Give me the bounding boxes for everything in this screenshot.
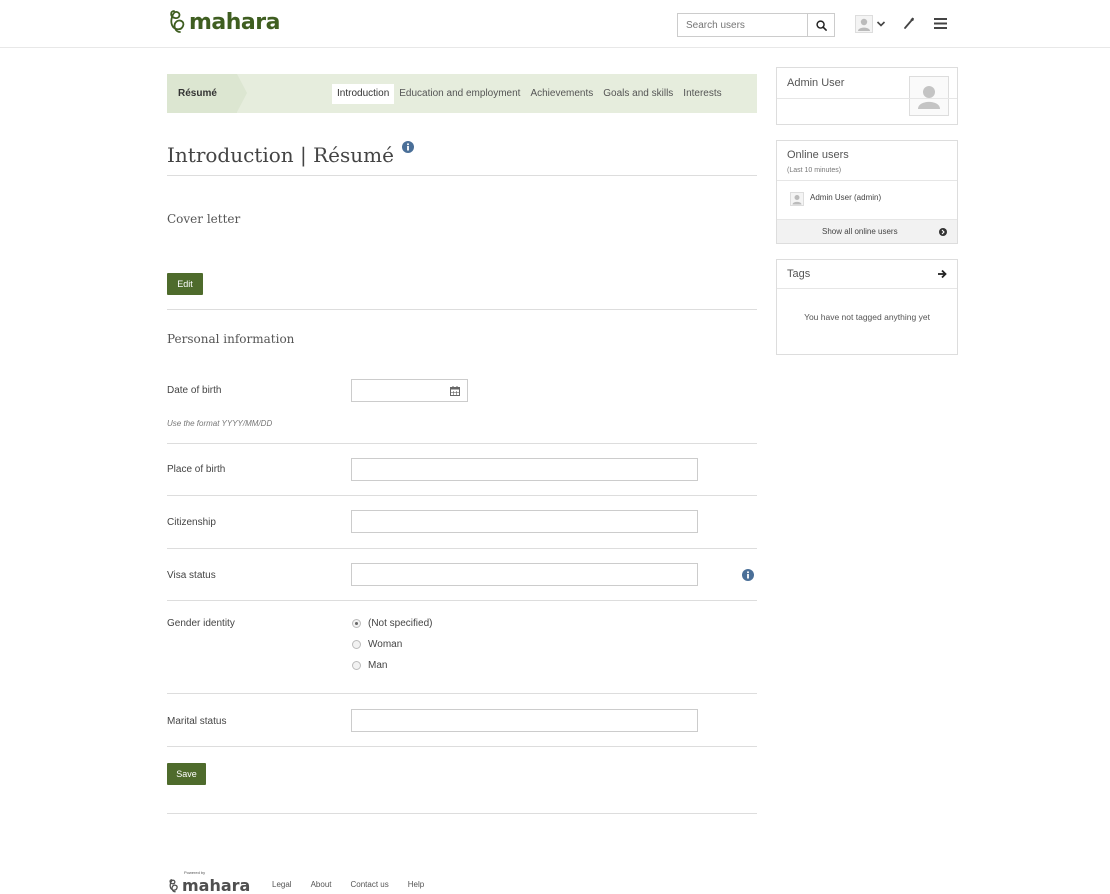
place-of-birth-input[interactable] (351, 458, 698, 481)
gender-option-man[interactable]: Man (352, 660, 387, 671)
divider (167, 693, 757, 694)
divider (167, 746, 757, 747)
resume-nav-label: Résumé (167, 74, 237, 113)
divider (167, 309, 757, 310)
footer-link-help[interactable]: Help (408, 880, 424, 889)
resume-nav-arrow (237, 74, 247, 112)
mahara-logo[interactable]: mahara (167, 8, 280, 36)
cover-letter-heading: Cover letter (167, 212, 241, 226)
avatar[interactable] (909, 76, 949, 116)
personal-information-heading: Personal information (167, 332, 295, 346)
citizenship-label: Citizenship (167, 517, 216, 528)
radio-button[interactable] (352, 661, 361, 670)
tab-introduction[interactable]: Introduction (332, 84, 395, 104)
edit-cover-letter-button[interactable]: Edit (167, 273, 203, 295)
date-format-hint: Use the format YYYY/MM/DD (167, 419, 273, 428)
footer-link-legal[interactable]: Legal (272, 880, 292, 889)
divider (167, 600, 757, 601)
profile-name[interactable]: Admin User (787, 77, 844, 89)
mahara-logo-mark-icon (169, 878, 178, 892)
visa-status-label: Visa status (167, 570, 216, 581)
footer-link-about[interactable]: About (311, 880, 332, 889)
divider (777, 180, 957, 181)
search-button[interactable] (807, 13, 835, 37)
online-users-panel: Online users (Last 10 minutes) Admin Use… (776, 140, 958, 244)
tab-interests[interactable]: Interests (678, 84, 726, 104)
radio-button[interactable] (352, 640, 361, 649)
date-of-birth-label: Date of birth (167, 385, 222, 396)
info-icon[interactable] (742, 569, 754, 581)
page-title-row: Introduction | Résumé (167, 141, 414, 167)
online-user-name: Admin User (admin) (810, 193, 882, 202)
search-input[interactable] (678, 14, 807, 36)
search-icon (815, 19, 827, 31)
gender-option-label: Woman (368, 639, 403, 650)
tags-empty-message: You have not tagged anything yet (804, 312, 930, 322)
footer-logo[interactable]: Powered by mahara (167, 870, 251, 894)
arrow-right-icon[interactable] (937, 269, 947, 279)
footer-link-contact-us[interactable]: Contact us (350, 880, 388, 889)
user-icon (790, 192, 804, 206)
calendar-icon[interactable] (450, 386, 460, 396)
page-title: Introduction | Résumé (167, 143, 394, 167)
tab-achievements[interactable]: Achievements (525, 84, 598, 104)
info-icon[interactable] (401, 141, 414, 153)
tags-panel: Tags You have not tagged anything yet (776, 259, 958, 355)
wrench-icon[interactable] (903, 16, 915, 30)
arrow-circle-right-icon (939, 228, 947, 236)
online-user-item[interactable]: Admin User (admin) (790, 192, 881, 206)
divider (167, 443, 757, 444)
citizenship-input[interactable] (351, 510, 698, 533)
visa-status-input[interactable] (351, 563, 698, 586)
divider (167, 548, 757, 549)
online-users-subtitle: (Last 10 minutes) (787, 167, 842, 174)
show-all-online-users-label: Show all online users (822, 227, 898, 236)
marital-status-input[interactable] (351, 709, 698, 732)
show-all-online-users-button[interactable]: Show all online users (777, 219, 957, 243)
divider (777, 98, 957, 99)
search-users-field[interactable] (677, 13, 807, 37)
profile-panel: Admin User (776, 67, 958, 125)
divider (167, 495, 757, 496)
gender-identity-label: Gender identity (167, 618, 235, 629)
mahara-logo-mark-icon (170, 10, 185, 33)
user-menu-button[interactable] (855, 13, 886, 35)
place-of-birth-label: Place of birth (167, 464, 226, 475)
tab-goals-and-skills[interactable]: Goals and skills (598, 84, 678, 104)
logo-text: mahara (189, 9, 280, 35)
resume-tabs: Introduction Education and employment Ac… (332, 84, 727, 104)
divider (167, 175, 757, 176)
save-button[interactable]: Save (167, 763, 206, 785)
tab-education-and-employment[interactable]: Education and employment (394, 84, 525, 104)
gender-option-woman[interactable]: Woman (352, 639, 402, 650)
divider (777, 288, 957, 289)
user-icon (855, 15, 873, 33)
menu-icon[interactable] (934, 18, 947, 29)
divider (167, 813, 757, 814)
footer-powered-by: Powered by (184, 870, 206, 875)
marital-status-label: Marital status (167, 716, 227, 727)
footer-logo-text: mahara (182, 876, 251, 894)
date-of-birth-input[interactable] (351, 379, 468, 402)
radio-button[interactable] (352, 619, 361, 628)
gender-option-label: Man (368, 660, 388, 671)
tags-title: Tags (787, 268, 811, 280)
site-header: mahara (0, 0, 1110, 48)
gender-option-not-specified[interactable]: (Not specified) (352, 618, 432, 629)
user-icon (918, 86, 940, 109)
online-users-title: Online users (787, 149, 849, 161)
chevron-down-icon (876, 21, 886, 27)
footer-links: Legal About Contact us Help (272, 880, 424, 889)
gender-option-label: (Not specified) (368, 618, 433, 629)
footer-brand: Powered by mahara (182, 870, 251, 894)
